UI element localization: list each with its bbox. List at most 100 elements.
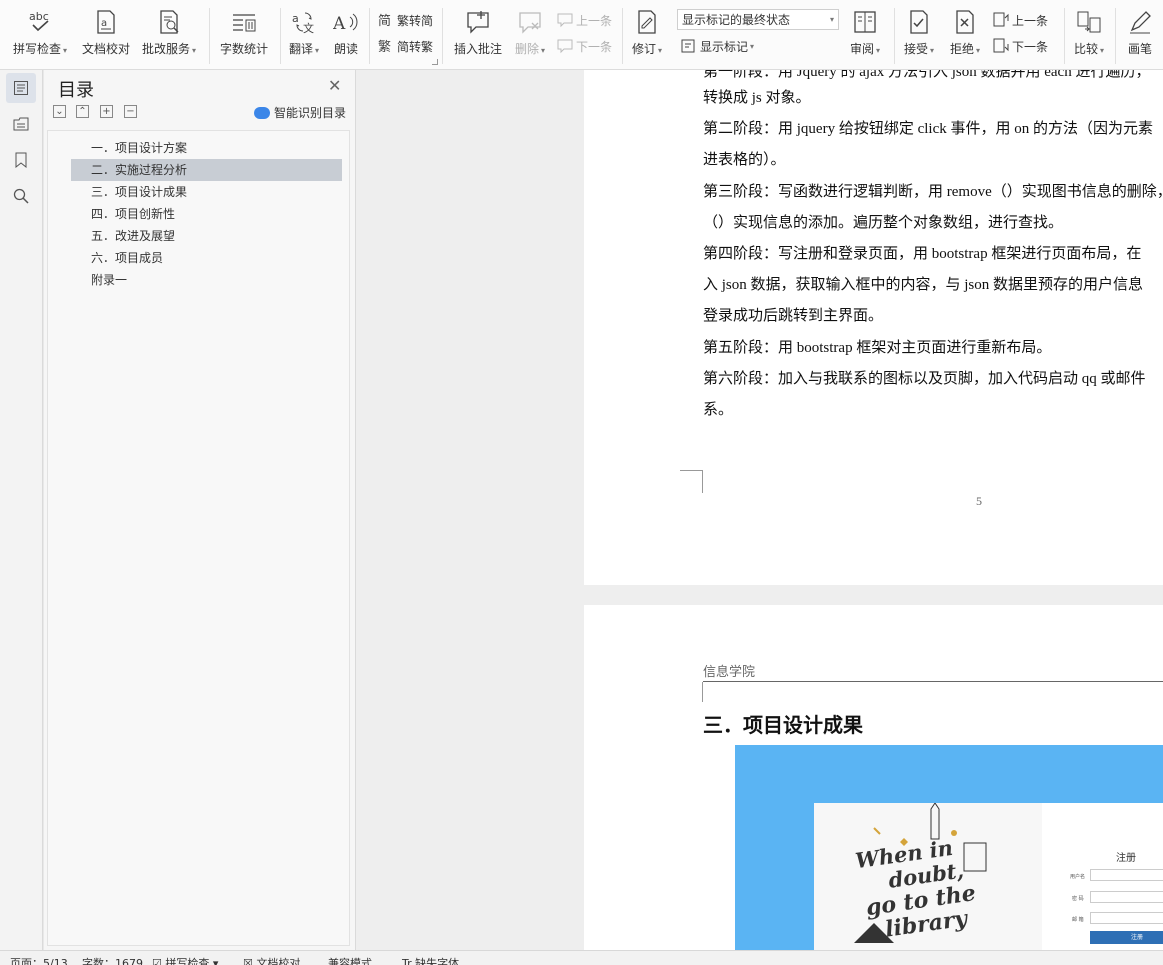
simp-to-trad-button[interactable]: 繁 简转繁 <box>378 36 433 56</box>
translate-icon: a文 <box>291 8 317 36</box>
toc-list: 一．项目设计方案 二．实施过程分析 三．项目设计成果 四．项目创新性 五．改进及… <box>47 130 350 946</box>
toc-pane-title: 目录 <box>58 80 94 101</box>
figure-screenshot: When in doubt, go to the library 注册 用户名 … <box>735 745 1163 950</box>
checkbox-icon: ☑ <box>152 957 162 965</box>
page-header: 信息学院 <box>703 665 756 680</box>
review-pane-button[interactable]: 审阅 ▾ <box>846 0 884 57</box>
header-rule <box>703 681 1163 682</box>
crop-mark <box>680 682 703 702</box>
compare-icon <box>1076 8 1102 36</box>
insert-comment-icon <box>465 8 491 36</box>
accept-button[interactable]: 接受 ▾ <box>900 0 938 57</box>
proofread-icon: a <box>93 8 119 36</box>
collapse-all-icon[interactable]: − <box>124 105 137 118</box>
track-changes-button[interactable]: 修订 ▾ <box>628 0 666 57</box>
document-page: 信息学院 三．项目设计成果 When in doubt, go to the l… <box>584 605 1163 950</box>
svg-text:A: A <box>333 14 346 34</box>
correction-service-icon <box>156 8 182 36</box>
paragraph-line: 登录成功后跳转到主界面。 <box>703 308 884 324</box>
proofread-button[interactable]: a 文档校对 <box>78 0 134 57</box>
correction-service-button[interactable]: 批改服务 ▾ <box>138 0 200 57</box>
ribbon-separator <box>1064 8 1065 64</box>
word-count-icon <box>231 8 257 36</box>
page-indicator[interactable]: 页面：5/13 <box>10 955 68 965</box>
word-count-indicator[interactable]: 字数：1679 <box>82 955 143 965</box>
toc-item[interactable]: 五．改进及展望 <box>71 225 342 247</box>
paragraph-line: （）实现信息的添加。遍历整个对象数组，进行查找。 <box>703 215 1064 231</box>
chapter-nav-button[interactable] <box>6 109 36 139</box>
delete-comment-button[interactable]: 删除 ▾ <box>510 0 550 57</box>
show-markup-button[interactable]: 显示标记 ▾ <box>681 36 754 56</box>
prev-change-button[interactable]: 上一条 <box>993 10 1048 30</box>
dialog-launcher-icon[interactable] <box>432 59 438 65</box>
read-aloud-icon: A <box>333 8 359 36</box>
toc-item[interactable]: 附录一 <box>71 269 342 291</box>
word-count-button[interactable]: 字数统计 <box>216 0 272 57</box>
read-aloud-button[interactable]: A 朗读 <box>330 0 362 57</box>
ribbon-separator <box>209 8 210 64</box>
font-icon: Tr <box>402 957 412 965</box>
toc-item[interactable]: 一．项目设计方案 <box>71 137 342 159</box>
bookmark-button[interactable] <box>6 145 36 175</box>
accept-icon <box>906 8 932 36</box>
reject-icon <box>952 8 978 36</box>
svg-text:文: 文 <box>303 21 314 35</box>
toc-pane: 目录 ✕ ⌄ ⌃ + − 智能识别目录 一．项目设计方案 二．实施过程分析 三．… <box>44 70 356 950</box>
section-heading: 三．项目设计成果 <box>703 713 863 737</box>
svg-text:abc: abc <box>29 10 49 23</box>
spellcheck-icon: abc <box>27 8 53 36</box>
delete-comment-icon <box>517 8 543 36</box>
trad-to-simp-button[interactable]: 简 繁转简 <box>378 10 433 30</box>
figure-poster: When in doubt, go to the library <box>814 803 1042 950</box>
prev-comment-icon <box>557 12 573 28</box>
review-pane-icon <box>852 8 878 36</box>
register-password-field <box>1090 891 1163 903</box>
page-number: 5 <box>976 494 982 508</box>
reject-button[interactable]: 拒绝 ▾ <box>946 0 984 57</box>
document-canvas[interactable]: 第一阶段：用 Jquery 的 ajax 方法引入 json 数据并用 each… <box>356 70 1163 950</box>
smart-toc-button[interactable]: 智能识别目录 <box>254 104 346 121</box>
toc-panel-button[interactable] <box>6 73 36 103</box>
pen-button[interactable]: 画笔 <box>1120 0 1160 57</box>
next-change-icon <box>993 38 1009 54</box>
ribbon-separator <box>1115 8 1116 64</box>
paragraph-line: 第二阶段：用 jquery 给按钮绑定 click 事件，用 on 的方法（因为… <box>703 121 1153 137</box>
next-comment-button[interactable]: 下一条 <box>557 36 612 56</box>
track-changes-icon <box>634 8 660 36</box>
toc-item[interactable]: 三．项目设计成果 <box>71 181 342 203</box>
svg-text:a: a <box>292 12 299 25</box>
spellcheck-status[interactable]: ☑ 拼写检查 ▾ <box>152 955 218 965</box>
register-title: 注册 <box>1116 853 1136 864</box>
prev-comment-button[interactable]: 上一条 <box>557 10 612 30</box>
paragraph-line: 入 json 数据，获取输入框中的内容，与 json 数据里预存的用户信息 <box>703 277 1144 293</box>
toc-item[interactable]: 六．项目成员 <box>71 247 342 269</box>
find-button[interactable] <box>6 181 36 211</box>
next-change-button[interactable]: 下一条 <box>993 36 1048 56</box>
translate-button[interactable]: a文 翻译 ▾ <box>286 0 322 57</box>
toc-item-selected[interactable]: 二．实施过程分析 <box>71 159 342 181</box>
trad-to-simp-icon: 简 <box>378 12 394 28</box>
missing-font-indicator[interactable]: Tr 缺失字体 <box>402 955 459 965</box>
compare-button[interactable]: 比较 ▾ <box>1068 0 1110 57</box>
insert-comment-button[interactable]: 插入批注 <box>450 0 506 57</box>
toc-item[interactable]: 四．项目创新性 <box>71 203 342 225</box>
spellcheck-button[interactable]: abc 拼写检查 ▾ <box>8 0 72 57</box>
proofread-status-icon: ☒ <box>243 957 253 965</box>
expand-all-icon[interactable]: + <box>100 105 113 118</box>
ribbon-separator <box>622 8 623 64</box>
compat-mode-indicator: 兼容模式 <box>328 957 372 965</box>
ribbon-separator <box>442 8 443 64</box>
simp-to-trad-icon: 繁 <box>378 38 394 54</box>
pen-icon <box>1127 8 1153 36</box>
collapse-down-icon[interactable]: ⌄ <box>53 105 66 118</box>
collapse-up-icon[interactable]: ⌃ <box>76 105 89 118</box>
side-toolbar <box>0 70 43 950</box>
bookmark-icon <box>15 152 27 168</box>
next-comment-icon <box>557 38 573 54</box>
close-icon[interactable]: ✕ <box>328 76 341 95</box>
paragraph-line: 第五阶段：用 bootstrap 框架对主页面进行重新布局。 <box>703 340 1052 356</box>
proofread-status[interactable]: ☒ 文档校对 <box>243 955 300 965</box>
markup-display-select[interactable]: 显示标记的最终状态 ▾ <box>677 9 839 30</box>
poster-quote: When in doubt, go to the library <box>853 834 978 943</box>
figure-register-page: When in doubt, go to the library 注册 用户名 … <box>814 803 1163 950</box>
